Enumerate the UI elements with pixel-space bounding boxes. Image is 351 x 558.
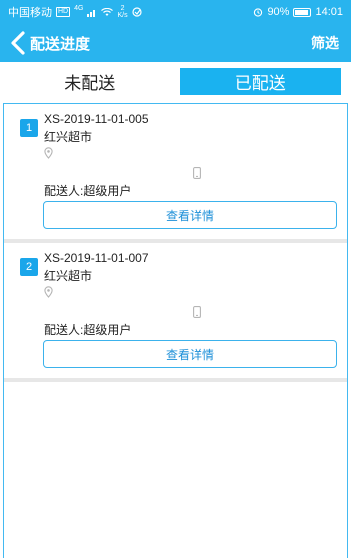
- order-list[interactable]: 1 XS-2019-11-01-005 红兴超市 配送人:超级用户 查看详情 2…: [3, 103, 348, 558]
- back-arrow-icon: [11, 31, 25, 55]
- view-details-button[interactable]: 查看详情: [43, 201, 337, 229]
- clock-time: 14:01: [315, 6, 343, 18]
- location-pin-icon: [44, 286, 53, 298]
- phone-icon[interactable]: [193, 167, 201, 179]
- order-number: XS-2019-11-01-007: [44, 251, 149, 265]
- notification-icon: [131, 7, 142, 17]
- status-bar: 中国移动 HD 4G 2 K/s 90% 14:01: [0, 0, 351, 24]
- tab-undelivered[interactable]: 未配送: [9, 68, 171, 95]
- order-index-badge: 1: [20, 119, 38, 137]
- page-title: 配送进度: [30, 35, 91, 53]
- order-number: XS-2019-11-01-005: [44, 112, 149, 126]
- speed-value: 2: [120, 5, 125, 12]
- status-right: 90% 14:01: [253, 6, 343, 18]
- order-card: 2 XS-2019-11-01-007 红兴超市 配送人:超级用户 查看详情: [4, 243, 347, 382]
- battery-percent: 90%: [267, 6, 290, 18]
- battery-icon: [293, 7, 312, 17]
- signal-icon: 4G: [74, 4, 84, 12]
- alarm-icon: [254, 8, 263, 17]
- view-details-button[interactable]: 查看详情: [43, 340, 337, 368]
- speed-unit: K/s: [117, 12, 128, 19]
- filter-button[interactable]: 筛选: [311, 33, 339, 53]
- phone-icon[interactable]: [193, 306, 201, 318]
- carrier-name: 中国移动: [8, 7, 52, 19]
- delivery-status-tabs: 未配送 已配送: [9, 68, 341, 95]
- network-speed: 2 K/s: [117, 5, 127, 19]
- wifi-icon: [101, 7, 114, 16]
- delivery-person: 配送人:超级用户: [44, 323, 132, 337]
- delivery-person: 配送人:超级用户: [44, 184, 132, 198]
- order-card: 1 XS-2019-11-01-005 红兴超市 配送人:超级用户 查看详情: [4, 104, 347, 243]
- top-app-bar: 配送进度 筛选: [0, 24, 351, 62]
- status-left: 中国移动 HD 4G 2 K/s: [8, 4, 142, 20]
- store-name: 红兴超市: [44, 130, 93, 144]
- hd-icon: HD: [56, 7, 71, 17]
- signal-bars-icon: [87, 9, 96, 17]
- content-panel: 未配送 已配送 1 XS-2019-11-01-005 红兴超市 配送人:超级用…: [0, 62, 351, 558]
- back-button[interactable]: 配送进度: [8, 30, 90, 56]
- order-index-badge: 2: [20, 258, 38, 276]
- tab-delivered[interactable]: 已配送: [179, 68, 341, 95]
- store-name: 红兴超市: [44, 269, 93, 283]
- location-pin-icon: [44, 147, 53, 159]
